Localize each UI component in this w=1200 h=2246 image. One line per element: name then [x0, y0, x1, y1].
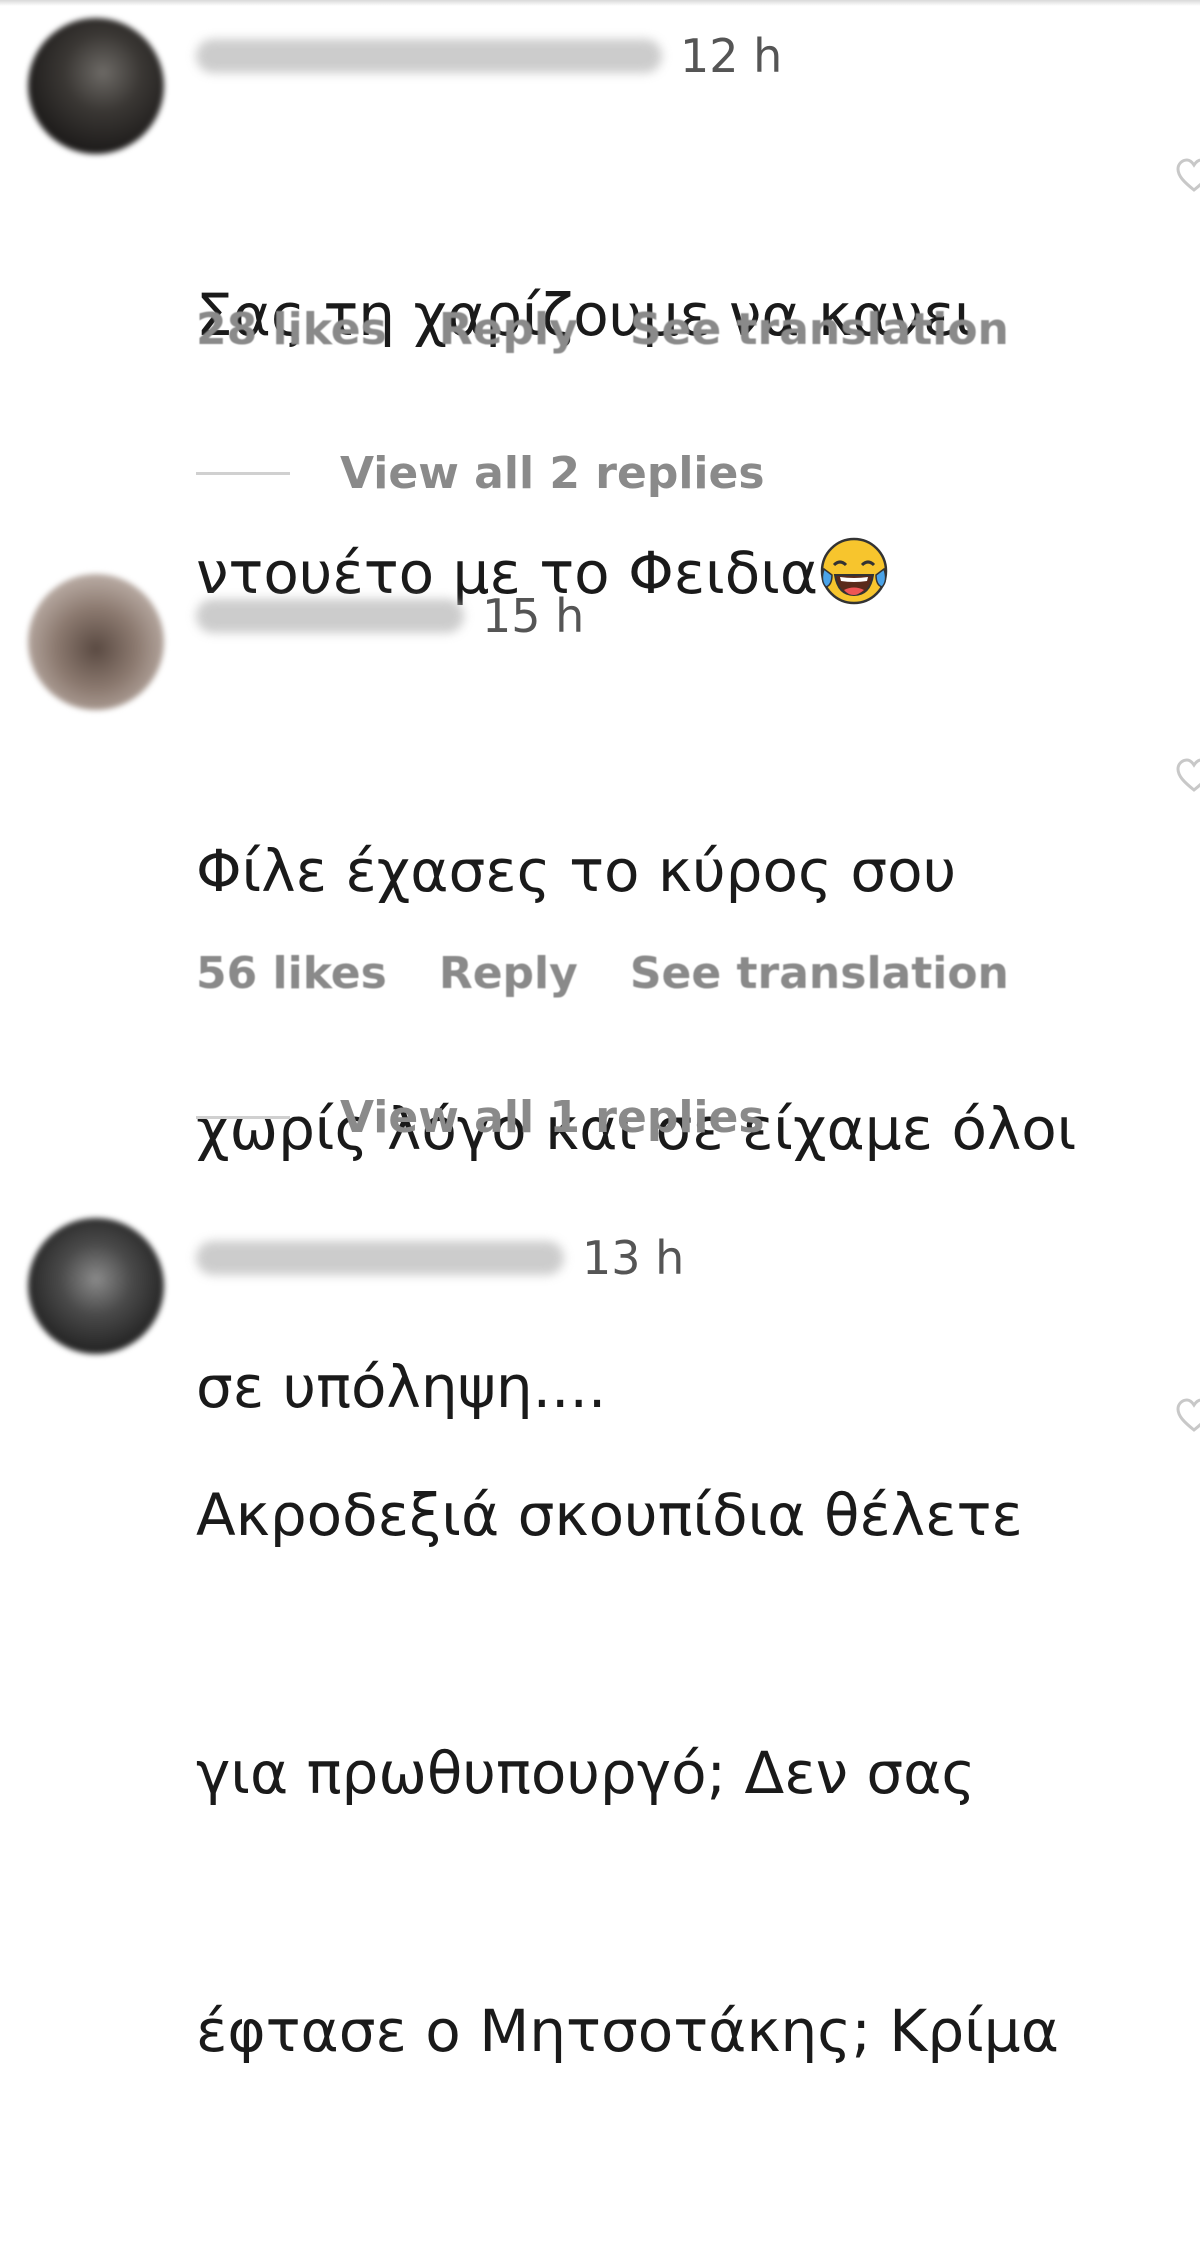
- heart-icon[interactable]: [1174, 156, 1200, 196]
- comment-actions: 28 likes Reply See translation: [196, 304, 1061, 355]
- heart-icon[interactable]: [1174, 1396, 1200, 1436]
- view-replies-label: View all 1 replies: [340, 1092, 765, 1143]
- see-translation-button[interactable]: See translation: [630, 304, 1009, 355]
- comment-text-line: Ακροδεξιά σκουπίδια θέλετε: [196, 1481, 1023, 1549]
- likes-count[interactable]: 28 likes: [196, 304, 387, 355]
- comment-text-line: Φίλε έχασες το κύρος σου: [196, 837, 957, 905]
- avatar[interactable]: [28, 18, 164, 154]
- likes-count[interactable]: 56 likes: [196, 948, 387, 999]
- comment-meta: 15 h: [196, 586, 584, 646]
- view-replies-button[interactable]: View all 2 replies: [196, 448, 765, 499]
- comment-actions: 56 likes Reply See translation: [196, 948, 1061, 999]
- top-divider: [0, 0, 1200, 6]
- see-translation-button[interactable]: See translation: [630, 948, 1009, 999]
- reply-button[interactable]: Reply: [439, 948, 578, 999]
- avatar[interactable]: [28, 574, 164, 710]
- username-blurred[interactable]: [196, 39, 662, 73]
- username-blurred[interactable]: [196, 1241, 564, 1275]
- comment-text-line: για πρωθυπουργό; Δεν σας: [196, 1739, 976, 1807]
- heart-icon[interactable]: [1174, 756, 1200, 796]
- comment-time: 12 h: [680, 29, 783, 83]
- replies-divider: [196, 1116, 290, 1119]
- reply-button[interactable]: Reply: [439, 304, 578, 355]
- view-replies-button[interactable]: View all 1 replies: [196, 1092, 765, 1143]
- comment-text-line: έφτασε ο Μητσοτάκης; Κρίμα: [196, 1997, 1059, 2065]
- comment-time: 15 h: [482, 589, 585, 643]
- comment-text: Ακροδεξιά σκουπίδια θέλετε για πρωθυπουρ…: [196, 1300, 1156, 2246]
- comment-time: 13 h: [582, 1231, 685, 1285]
- view-replies-label: View all 2 replies: [340, 448, 765, 499]
- comment-meta: 13 h: [196, 1228, 684, 1288]
- face-with-tears-of-joy-icon: [820, 537, 888, 605]
- avatar[interactable]: [28, 1218, 164, 1354]
- username-blurred[interactable]: [196, 599, 464, 633]
- replies-divider: [196, 472, 290, 475]
- comment-meta: 12 h: [196, 26, 782, 86]
